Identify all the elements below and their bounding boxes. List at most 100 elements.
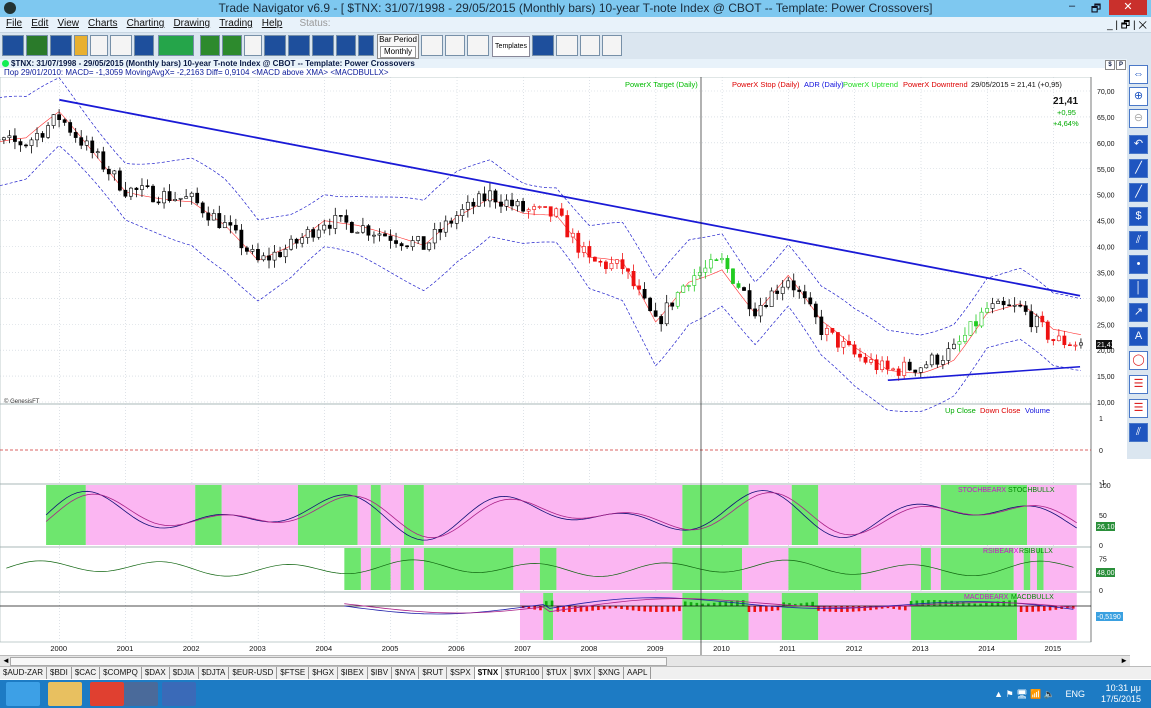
line-icon[interactable] bbox=[467, 35, 489, 56]
symbol-tab[interactable]: $SPX bbox=[447, 667, 475, 679]
file-explorer-icon[interactable] bbox=[48, 682, 82, 706]
symbol-tab[interactable]: $AUD-ZAR bbox=[0, 667, 48, 679]
zoom-bars-icon[interactable] bbox=[556, 35, 578, 56]
dollar-line-icon[interactable]: $ bbox=[1129, 207, 1148, 226]
traffic-light-icon[interactable] bbox=[26, 35, 48, 56]
x-axis-year: 2014 bbox=[978, 644, 995, 653]
candle-body bbox=[604, 261, 608, 270]
symbol-tab[interactable]: $DJIA bbox=[170, 667, 199, 679]
gann-fan-icon[interactable]: ⫽ bbox=[1129, 423, 1148, 442]
menu-trading[interactable]: Trading bbox=[219, 18, 253, 29]
zoom-in-icon[interactable]: ⊕ bbox=[1129, 87, 1148, 106]
horizontal-scrollbar[interactable]: ◄ ► bbox=[0, 655, 1130, 666]
retracement-icon[interactable]: ☰ bbox=[1129, 399, 1148, 418]
scroll-right-icon[interactable]: ► bbox=[1120, 656, 1128, 665]
window-icon[interactable] bbox=[90, 35, 108, 56]
channel-icon[interactable]: ⫽ bbox=[1129, 231, 1148, 250]
word-icon[interactable] bbox=[162, 682, 196, 706]
globe-icon[interactable] bbox=[2, 35, 24, 56]
tools-icon[interactable] bbox=[50, 35, 72, 56]
rsi-region bbox=[413, 548, 424, 590]
menu-charts[interactable]: Charts bbox=[88, 18, 117, 29]
menu-charting[interactable]: Charting bbox=[127, 18, 165, 29]
wave-icon[interactable] bbox=[336, 35, 356, 56]
symbol-tab[interactable]: $IBEX bbox=[338, 667, 368, 679]
tray-icons[interactable]: ▲ ⚑ 🖥 📶 🔈 bbox=[994, 689, 1055, 700]
minimize-button[interactable]: – bbox=[1061, 0, 1083, 15]
candle-body bbox=[802, 291, 807, 299]
symbol-tab[interactable]: $NYA bbox=[392, 667, 420, 679]
candle-body bbox=[990, 303, 995, 309]
chart-area[interactable]: 2000 2001 2002 2003 2004 2005 2006 2007 2008 2009… bbox=[0, 77, 1127, 655]
symbol-tab[interactable]: $TUX bbox=[543, 667, 571, 679]
menu-drawing[interactable]: Drawing bbox=[173, 18, 210, 29]
clock[interactable]: 10:31 μμ 17/5/2015 bbox=[1097, 683, 1141, 705]
symbol-tab[interactable]: $DJTA bbox=[199, 667, 230, 679]
symbol-tab[interactable]: $TUR100 bbox=[502, 667, 544, 679]
vertical-line-icon[interactable]: │ bbox=[1129, 279, 1148, 298]
color-icon[interactable] bbox=[74, 35, 88, 56]
chart-p-button[interactable]: P bbox=[1116, 60, 1126, 70]
list-icon[interactable] bbox=[134, 35, 154, 56]
insert-text-icon[interactable] bbox=[222, 35, 242, 56]
trade-navigator-icon[interactable] bbox=[124, 682, 158, 706]
calc-icon[interactable] bbox=[200, 35, 220, 56]
legend-powerx-uptrend: PowerX Uptrend bbox=[843, 80, 898, 89]
symbol-tab[interactable]: $RUT bbox=[419, 667, 448, 679]
symbol-tab[interactable]: $BDI bbox=[47, 667, 72, 679]
templates-button[interactable]: Templates bbox=[492, 36, 530, 57]
menu-file[interactable]: File bbox=[6, 18, 22, 29]
symbol-tab[interactable]: $CAC bbox=[72, 667, 101, 679]
arrow-line-icon[interactable]: ↗ bbox=[1129, 303, 1148, 322]
macd-histogram-bar bbox=[539, 606, 542, 611]
maximize-button[interactable]: 🗗 bbox=[1085, 0, 1107, 15]
language-indicator[interactable]: ENG bbox=[1065, 689, 1085, 699]
symbol-tab[interactable]: $EUR-USD bbox=[229, 667, 278, 679]
symbol-tab[interactable]: $TNX bbox=[474, 667, 503, 679]
symbol-icon[interactable] bbox=[358, 35, 374, 56]
bar-chart-icon[interactable] bbox=[421, 35, 443, 56]
symbol-tab[interactable]: $XNG bbox=[595, 667, 624, 679]
candle-chart-icon[interactable] bbox=[445, 35, 465, 56]
scrollbar-thumb[interactable] bbox=[10, 657, 667, 666]
zoom-out-icon[interactable]: ⊖ bbox=[1129, 109, 1148, 128]
draw-ray-icon[interactable]: ╱ bbox=[1129, 183, 1148, 202]
trend-icon[interactable] bbox=[288, 35, 310, 56]
study-icon[interactable] bbox=[312, 35, 334, 56]
candle-body bbox=[620, 259, 625, 270]
recycle-icon[interactable] bbox=[532, 35, 554, 56]
horizontal-line-icon[interactable]: • bbox=[1129, 255, 1148, 274]
symbol-tab[interactable]: $DAX bbox=[142, 667, 170, 679]
ie-icon[interactable] bbox=[6, 682, 40, 706]
chrome-icon[interactable] bbox=[90, 682, 124, 706]
fibonacci-icon[interactable]: ☰ bbox=[1129, 375, 1148, 394]
quote-icon[interactable] bbox=[110, 35, 132, 56]
draw-line-icon[interactable]: ╱ bbox=[1129, 159, 1148, 178]
chart-dollar-button[interactable]: $ bbox=[1105, 60, 1115, 70]
close-button[interactable]: ✕ bbox=[1109, 0, 1147, 15]
symbol-tab[interactable]: $IBV bbox=[368, 667, 393, 679]
line-chart-icon[interactable] bbox=[264, 35, 286, 56]
compress-bars-icon[interactable] bbox=[580, 35, 600, 56]
undo-icon[interactable]: ↶ bbox=[1129, 135, 1148, 154]
candle-body bbox=[355, 231, 360, 234]
symbol-tab[interactable]: $FTSE bbox=[277, 667, 310, 679]
menu-view[interactable]: View bbox=[57, 18, 79, 29]
scroll-left-icon[interactable]: ◄ bbox=[2, 656, 10, 665]
candle-body bbox=[581, 246, 586, 253]
text-icon[interactable] bbox=[244, 35, 262, 56]
shapes-icon[interactable]: ◯ bbox=[1129, 351, 1148, 370]
trade-icon[interactable] bbox=[158, 35, 194, 56]
macd-histogram-bar bbox=[544, 601, 548, 606]
spread-icon[interactable] bbox=[602, 35, 622, 56]
text-tool-icon[interactable]: A bbox=[1129, 327, 1148, 346]
symbol-tab[interactable]: $VIX bbox=[571, 667, 596, 679]
menu-help[interactable]: Help bbox=[262, 18, 283, 29]
bar-period-select[interactable]: Monthly bbox=[380, 46, 416, 58]
scroll-arrows-icon[interactable]: ⇔ bbox=[1129, 65, 1148, 84]
menu-edit[interactable]: Edit bbox=[31, 18, 48, 29]
symbol-tab[interactable]: AAPL bbox=[624, 667, 652, 679]
candle-body bbox=[79, 137, 84, 146]
symbol-tab[interactable]: $COMPQ bbox=[100, 667, 142, 679]
symbol-tab[interactable]: $HGX bbox=[309, 667, 338, 679]
